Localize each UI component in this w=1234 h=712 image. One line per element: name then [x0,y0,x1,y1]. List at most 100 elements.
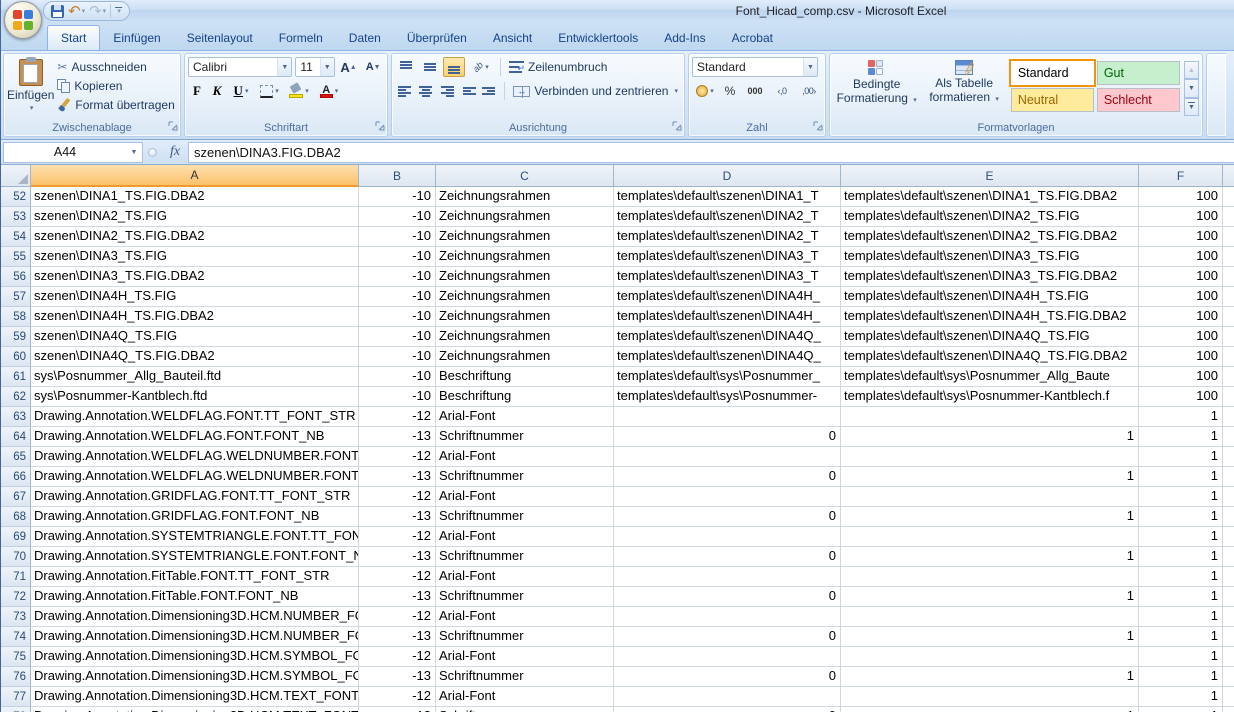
cell-A61[interactable]: sys\Posnummer_Allg_Bauteil.ftd [31,367,359,387]
cell-C65[interactable]: Arial-Font [436,447,614,467]
row-header-68[interactable]: 68 [1,507,31,527]
cell-E61[interactable]: templates\default\sys\Posnummer_Allg_Bau… [841,367,1139,387]
cell-g65[interactable] [1223,447,1234,467]
insert-function-button[interactable]: fx [162,144,188,160]
cell-A71[interactable]: Drawing.Annotation.FitTable.FONT.TT_FONT… [31,567,359,587]
tab-seitenlayout[interactable]: Seitenlayout [174,26,266,50]
cell-C76[interactable]: Schriftnummer [436,667,614,687]
cell-C68[interactable]: Schriftnummer [436,507,614,527]
cell-E70[interactable]: 1 [841,547,1139,567]
cell-E66[interactable]: 1 [841,467,1139,487]
cell-A62[interactable]: sys\Posnummer-Kantblech.ftd [31,387,359,407]
cell-B74[interactable]: -13 [359,627,436,647]
cell-A58[interactable]: szenen\DINA4H_TS.FIG.DBA2 [31,307,359,327]
cell-g66[interactable] [1223,467,1234,487]
tab-einf-gen[interactable]: Einfügen [100,26,173,50]
cell-B62[interactable]: -10 [359,387,436,407]
cell-E57[interactable]: templates\default\szenen\DINA4H_TS.FIG [841,287,1139,307]
cell-C56[interactable]: Zeichnungsrahmen [436,267,614,287]
tab-acrobat[interactable]: Acrobat [719,26,786,50]
name-box[interactable]: A44 ▼ [3,142,143,163]
gallery-scroll-up-icon[interactable]: ▲ [1184,61,1199,79]
cell-E55[interactable]: templates\default\szenen\DINA3_TS.FIG [841,247,1139,267]
cell-F74[interactable]: 1 [1139,627,1223,647]
cell-E58[interactable]: templates\default\szenen\DINA4H_TS.FIG.D… [841,307,1139,327]
cell-A73[interactable]: Drawing.Annotation.Dimensioning3D.HCM.NU… [31,607,359,627]
cell-F71[interactable]: 1 [1139,567,1223,587]
cell-g75[interactable] [1223,647,1234,667]
cell-E67[interactable] [841,487,1139,507]
paste-dropdown-icon[interactable]: ▾ [30,104,34,112]
cell-F62[interactable]: 100 [1139,387,1223,407]
cell-g61[interactable] [1223,367,1234,387]
cell-F64[interactable]: 1 [1139,427,1223,447]
dialog-launcher-icon[interactable] [672,121,682,134]
cell-g52[interactable] [1223,187,1234,207]
cell-E56[interactable]: templates\default\szenen\DINA3_TS.FIG.DB… [841,267,1139,287]
cell-E78[interactable]: 1 [841,707,1139,712]
cell-D52[interactable]: templates\default\szenen\DINA1_T [614,187,841,207]
cell-F56[interactable]: 100 [1139,267,1223,287]
cell-C72[interactable]: Schriftnummer [436,587,614,607]
row-header-54[interactable]: 54 [1,227,31,247]
cell-g60[interactable] [1223,347,1234,367]
select-all-button[interactable] [1,165,31,187]
cell-D70[interactable]: 0 [614,547,841,567]
tab-entwicklertools[interactable]: Entwicklertools [545,26,651,50]
undo-dropdown-icon[interactable]: ▾ [82,8,86,15]
cell-A75[interactable]: Drawing.Annotation.Dimensioning3D.HCM.SY… [31,647,359,667]
cell-A63[interactable]: Drawing.Annotation.WELDFLAG.FONT.TT_FONT… [31,407,359,427]
cell-g68[interactable] [1223,507,1234,527]
cell-A74[interactable]: Drawing.Annotation.Dimensioning3D.HCM.NU… [31,627,359,647]
cell-F54[interactable]: 100 [1139,227,1223,247]
cell-E54[interactable]: templates\default\szenen\DINA2_TS.FIG.DB… [841,227,1139,247]
cell-B78[interactable]: -13 [359,707,436,712]
cell-D68[interactable]: 0 [614,507,841,527]
row-header-57[interactable]: 57 [1,287,31,307]
cell-style-neutral[interactable]: Neutral [1011,88,1094,112]
cell-B67[interactable]: -12 [359,487,436,507]
cell-C52[interactable]: Zeichnungsrahmen [436,187,614,207]
cell-C53[interactable]: Zeichnungsrahmen [436,207,614,227]
row-header-71[interactable]: 71 [1,567,31,587]
cell-B76[interactable]: -13 [359,667,436,687]
align-left-button[interactable] [395,81,414,101]
cell-B75[interactable]: -12 [359,647,436,667]
undo-button[interactable]: ↶▾ [68,4,85,19]
cell-E68[interactable]: 1 [841,507,1139,527]
cell-C58[interactable]: Zeichnungsrahmen [436,307,614,327]
align-right-button[interactable] [438,81,457,101]
column-header-C[interactable]: C [436,165,614,187]
column-header-B[interactable]: B [359,165,436,187]
percent-format-button[interactable]: % [720,81,740,101]
row-header-60[interactable]: 60 [1,347,31,367]
cell-D78[interactable]: 0 [614,707,841,712]
cell-B65[interactable]: -12 [359,447,436,467]
cell-D56[interactable]: templates\default\szenen\DINA3_T [614,267,841,287]
cell-B59[interactable]: -10 [359,327,436,347]
cell-A59[interactable]: szenen\DINA4Q_TS.FIG [31,327,359,347]
cell-A55[interactable]: szenen\DINA3_TS.FIG [31,247,359,267]
cell-F65[interactable]: 1 [1139,447,1223,467]
cell-C74[interactable]: Schriftnummer [436,627,614,647]
cell-F60[interactable]: 100 [1139,347,1223,367]
bold-button[interactable]: F [188,81,206,101]
wrap-text-button[interactable]: ↵ Zeilenumbruch [506,59,610,75]
cell-F61[interactable]: 100 [1139,367,1223,387]
cell-D54[interactable]: templates\default\szenen\DINA2_T [614,227,841,247]
row-header-58[interactable]: 58 [1,307,31,327]
cell-g77[interactable] [1223,687,1234,707]
cell-E73[interactable] [841,607,1139,627]
row-header-55[interactable]: 55 [1,247,31,267]
cell-D69[interactable] [614,527,841,547]
tab-ansicht[interactable]: Ansicht [480,26,545,50]
cell-B77[interactable]: -12 [359,687,436,707]
cell-A67[interactable]: Drawing.Annotation.GRIDFLAG.FONT.TT_FONT… [31,487,359,507]
row-header-69[interactable]: 69 [1,527,31,547]
row-header-53[interactable]: 53 [1,207,31,227]
font-name-combo[interactable]: Calibri ▼ [188,57,292,77]
tab-formeln[interactable]: Formeln [266,26,336,50]
column-header-A[interactable]: A [31,165,359,187]
formula-input[interactable]: szenen\DINA3.FIG.DBA2 [188,142,1234,163]
tab--berpr-fen[interactable]: Überprüfen [394,26,480,50]
